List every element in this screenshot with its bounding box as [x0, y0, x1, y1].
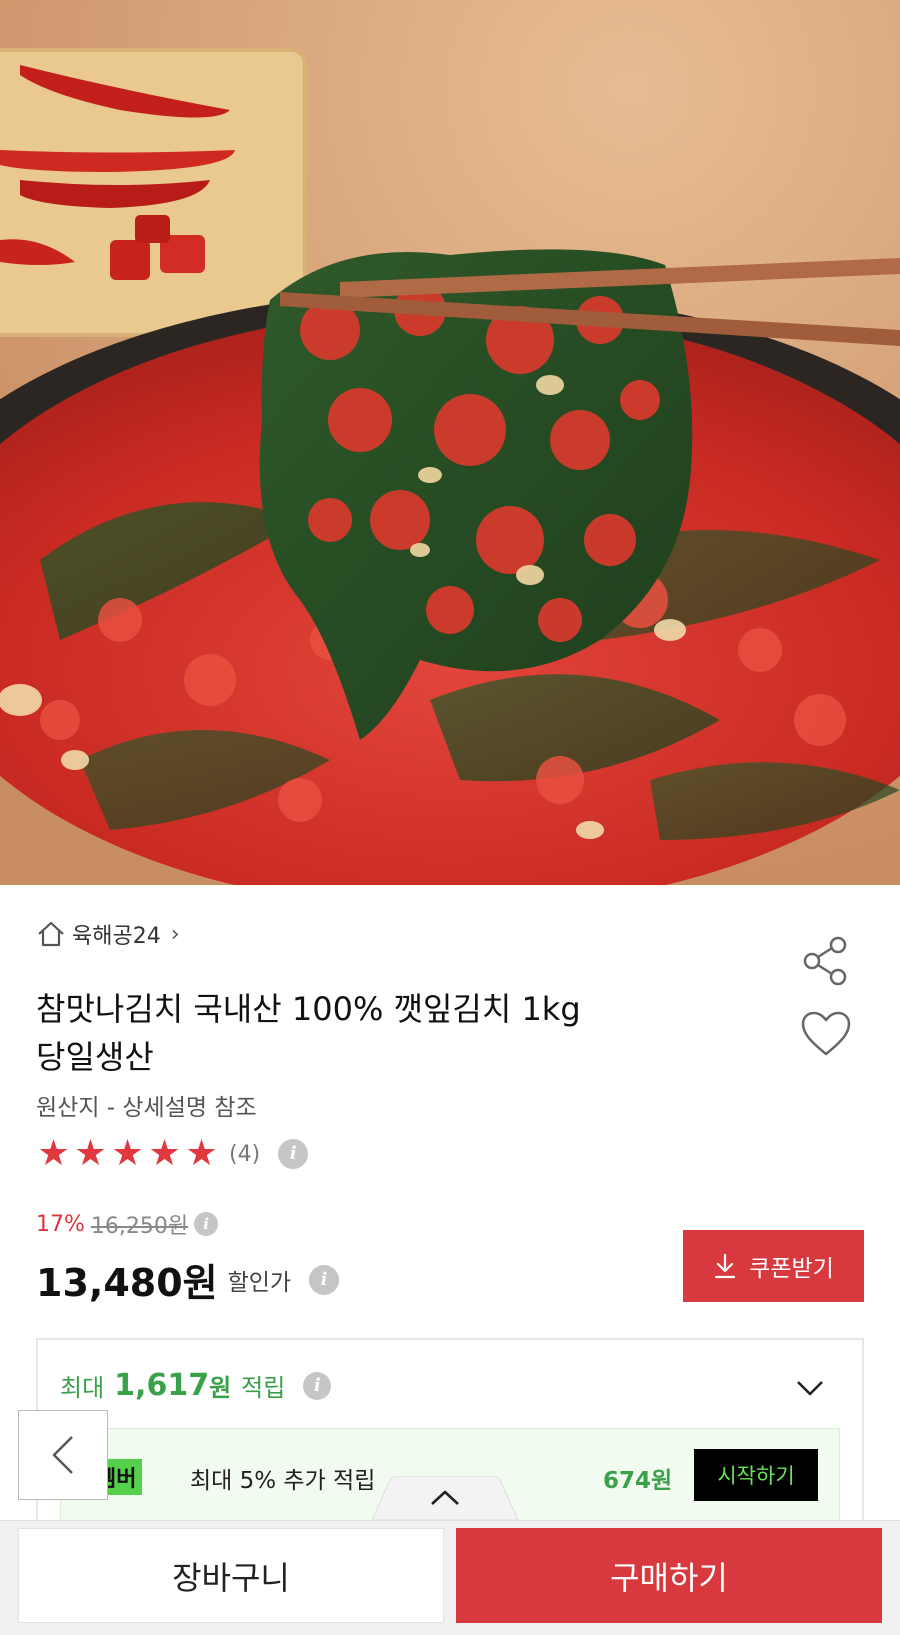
coupon-button-label: 쿠폰받기 [749, 1256, 834, 1282]
sale-price: 13,480원 [36, 1261, 218, 1305]
product-title-line1: 참맛나김치 국내산 100% 깻잎김치 1kg [36, 990, 581, 1028]
membership-text: 최대 5% 추가 적립 [190, 1468, 376, 1494]
discount-percent: 17% [36, 1211, 85, 1237]
reward-amount: 1,617 [114, 1368, 210, 1403]
sale-price-label: 할인가 [227, 1269, 292, 1296]
reward-prefix: 최대 [60, 1374, 105, 1402]
product-title: 참맛나김치 국내산 100% 깻잎김치 1kg 당일생산 [36, 985, 736, 1081]
reward-summary[interactable]: 최대 1,617 원 적립 i [60, 1368, 332, 1403]
product-image [0, 0, 900, 885]
reward-suffix: 적립 [241, 1374, 286, 1402]
download-icon [715, 1253, 736, 1279]
cart-button[interactable]: 장바구니 [18, 1528, 444, 1623]
rating[interactable]: ★ ★ ★ ★ ★ (4) i [36, 1134, 309, 1174]
star-rating: ★ ★ ★ ★ ★ [36, 1134, 219, 1174]
star-icon: ★ [74, 1133, 107, 1174]
discount-row: 17% 16,250원 i [36, 1208, 219, 1240]
star-icon: ★ [148, 1133, 181, 1174]
chevron-down-icon[interactable] [795, 1378, 825, 1398]
star-icon: ★ [185, 1133, 218, 1174]
start-membership-button[interactable]: 시작하기 [694, 1449, 818, 1501]
star-icon: ★ [111, 1133, 144, 1174]
price-row: 13,480원 할인가 i [36, 1252, 340, 1307]
chevron-left-icon [52, 1436, 73, 1474]
info-icon[interactable]: i [278, 1139, 309, 1169]
chevron-right-icon: › [170, 921, 180, 947]
expand-tab[interactable] [372, 1476, 518, 1520]
buy-button[interactable]: 구매하기 [456, 1528, 882, 1623]
info-icon[interactable]: i [303, 1371, 332, 1400]
info-icon[interactable]: i [194, 1212, 219, 1236]
star-icon: ★ [37, 1133, 70, 1174]
back-button[interactable] [18, 1410, 108, 1500]
original-price: 16,250원 [90, 1214, 189, 1239]
product-title-line2: 당일생산 [36, 1038, 154, 1076]
home-icon [36, 920, 66, 948]
origin-info: 원산지 - 상세설명 참조 [36, 1095, 257, 1121]
store-link[interactable]: 육해공24 › [36, 918, 180, 950]
reward-unit: 원 [209, 1374, 232, 1402]
share-icon[interactable] [800, 935, 852, 987]
heart-icon[interactable] [800, 1010, 852, 1058]
membership-amount: 674원 [603, 1468, 673, 1494]
coupon-button[interactable]: 쿠폰받기 [683, 1230, 864, 1302]
store-name: 육해공24 [72, 924, 161, 949]
info-icon[interactable]: i [309, 1264, 340, 1295]
review-count[interactable]: (4) [229, 1142, 260, 1167]
